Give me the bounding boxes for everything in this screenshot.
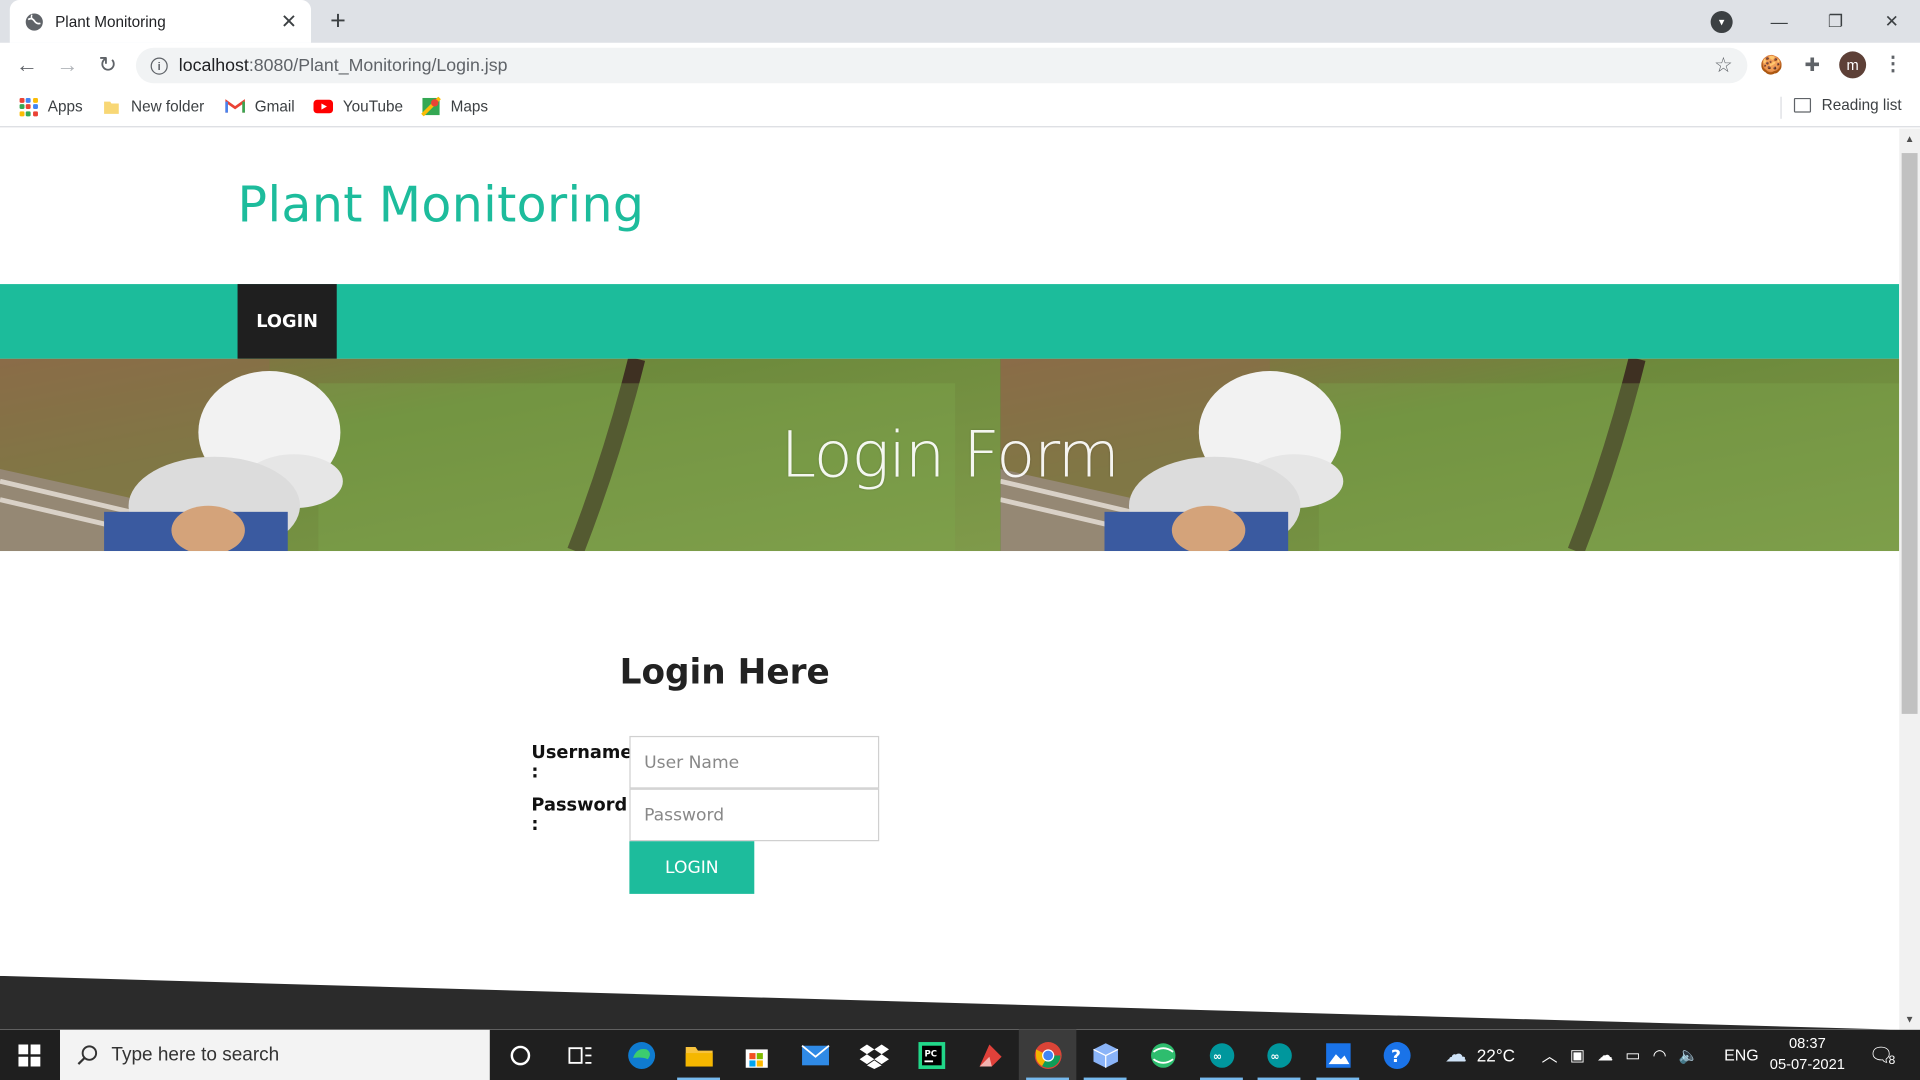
meet-now-icon[interactable]: ▣ (1570, 1045, 1585, 1065)
cloud-icon: ☁ (1444, 1042, 1467, 1067)
globe-app-icon[interactable] (1134, 1030, 1192, 1080)
browser-toolbar: ← → ↻ i localhost:8080/Plant_Monitoring/… (0, 42, 1920, 87)
globe-icon (25, 12, 43, 31)
bookmark-new-folder[interactable]: New folder (102, 96, 204, 118)
gmail-icon (225, 97, 245, 117)
tab-close-icon[interactable]: ✕ (277, 9, 301, 33)
store-icon[interactable] (727, 1030, 785, 1080)
edge-icon[interactable] (612, 1030, 670, 1080)
page-scrollbar[interactable]: ▲ ▼ (1899, 128, 1920, 1030)
volume-icon[interactable]: 🔈 (1679, 1045, 1699, 1065)
maps-icon (421, 96, 441, 117)
cube-app-icon[interactable] (1076, 1030, 1134, 1080)
puzzle-extension-icon[interactable]: ✚ (1800, 53, 1824, 77)
windows-logo-icon (18, 1043, 41, 1066)
mail-icon[interactable] (786, 1030, 844, 1080)
wifi-icon[interactable]: ◠ (1653, 1045, 1667, 1065)
banner-title: Login Form (780, 418, 1120, 492)
site-info-icon[interactable]: i (150, 56, 168, 75)
bookmark-separator (1780, 96, 1782, 119)
login-heading: Login Here (619, 651, 830, 692)
scroll-down-arrow-icon[interactable]: ▼ (1899, 1009, 1920, 1030)
tab-strip: Plant Monitoring ✕ + ▾ — ❐ ✕ (0, 0, 1920, 43)
nav-login-link[interactable]: LOGIN (237, 284, 337, 359)
arduino-icon-2[interactable]: ∞ (1250, 1030, 1308, 1080)
folder-icon (102, 97, 122, 117)
taskbar-clock[interactable]: 08:37 05-07-2021 (1763, 1033, 1851, 1075)
bookmark-maps[interactable]: Maps (421, 96, 488, 118)
notification-count: 8 (1888, 1054, 1896, 1068)
password-label: Password : (531, 795, 628, 835)
svg-text:∞: ∞ (1270, 1049, 1279, 1062)
help-icon[interactable]: ? (1368, 1030, 1426, 1080)
youtube-icon (313, 97, 334, 117)
taskbar-search[interactable]: Type here to search (60, 1029, 490, 1080)
windows-start-button[interactable] (0, 1030, 59, 1080)
onedrive-icon[interactable]: ☁ (1597, 1045, 1613, 1065)
reading-list-icon (1793, 97, 1811, 113)
arduino-icon[interactable]: ∞ (1193, 1030, 1251, 1080)
restore-button[interactable]: ❐ (1807, 0, 1863, 43)
dropbox-icon[interactable] (845, 1030, 903, 1080)
username-input[interactable] (629, 735, 880, 789)
reading-list-button[interactable]: Reading list (1793, 97, 1902, 114)
weather-widget[interactable]: ☁ 22°C (1445, 1030, 1515, 1080)
bookmark-star-icon[interactable]: ☆ (1714, 54, 1733, 78)
cookie-extension-icon[interactable]: 🍪 (1760, 53, 1784, 77)
scroll-thumb[interactable] (1901, 153, 1918, 714)
cortana-icon[interactable] (491, 1030, 549, 1080)
battery-icon[interactable]: ▭ (1625, 1045, 1640, 1065)
back-arrow-icon[interactable]: ← (13, 51, 40, 78)
apps-grid-icon (18, 97, 38, 117)
username-row: Username : (531, 735, 880, 789)
tray-icons: ︿ ▣ ☁ ▭ ◠ 🔈 (1542, 1030, 1699, 1080)
username-label: Username : (531, 742, 633, 782)
svg-text:PC: PC (924, 1049, 937, 1059)
reload-icon[interactable]: ↻ (94, 51, 121, 78)
browser-tab[interactable]: Plant Monitoring ✕ (9, 0, 312, 43)
file-explorer-icon[interactable] (670, 1030, 728, 1080)
svg-text:∞: ∞ (1212, 1049, 1221, 1062)
task-view-icon[interactable] (551, 1030, 609, 1080)
tab-title: Plant Monitoring (55, 12, 166, 31)
address-bar[interactable]: i localhost:8080/Plant_Monitoring/Login.… (135, 47, 1748, 84)
footer-shape (0, 975, 1900, 1030)
bookmark-gmail[interactable]: Gmail (225, 96, 295, 118)
forward-arrow-icon[interactable]: → (54, 51, 81, 78)
kebab-menu-icon[interactable]: ⋮ (1883, 51, 1903, 78)
url-text: localhost:8080/Plant_Monitoring/Login.js… (178, 55, 508, 76)
scroll-up-arrow-icon[interactable]: ▲ (1899, 129, 1920, 150)
profile-avatar[interactable]: m (1839, 51, 1867, 79)
search-icon (77, 1044, 98, 1065)
bookmark-apps[interactable]: Apps (18, 96, 83, 118)
chrome-icon[interactable] (1018, 1029, 1077, 1080)
web-page: Plant Monitoring LOGIN Login Form Login … (0, 128, 1900, 1030)
login-button[interactable]: LOGIN (629, 841, 755, 894)
bookmarks-bar: Apps New folder Gmail YouTube Maps Readi… (0, 86, 1920, 128)
windows-taskbar: Type here to search PC ∞ ∞ ? ☁ 22°C ︿ ▣ … (0, 1029, 1920, 1080)
chevron-up-icon[interactable]: ︿ (1542, 1043, 1558, 1066)
password-input[interactable] (629, 788, 880, 842)
language-indicator[interactable]: ENG (1724, 1030, 1758, 1080)
pycharm-icon[interactable]: PC (902, 1030, 960, 1080)
tab-search-icon[interactable]: ▾ (1710, 11, 1733, 34)
new-tab-button[interactable]: + (324, 7, 351, 34)
app-red-icon[interactable] (960, 1030, 1018, 1080)
hero-banner: Login Form (0, 358, 1900, 552)
close-window-button[interactable]: ✕ (1864, 0, 1920, 43)
password-row: Password : (531, 788, 880, 842)
notification-center-icon[interactable]: 🗨 8 (1869, 1030, 1896, 1080)
svg-text:?: ? (1390, 1047, 1400, 1067)
site-title[interactable]: Plant Monitoring (238, 178, 645, 234)
bookmark-youtube[interactable]: YouTube (313, 96, 403, 118)
minimize-button[interactable]: — (1751, 0, 1807, 43)
site-navbar: LOGIN (0, 284, 1900, 359)
photos-icon[interactable] (1309, 1030, 1367, 1080)
